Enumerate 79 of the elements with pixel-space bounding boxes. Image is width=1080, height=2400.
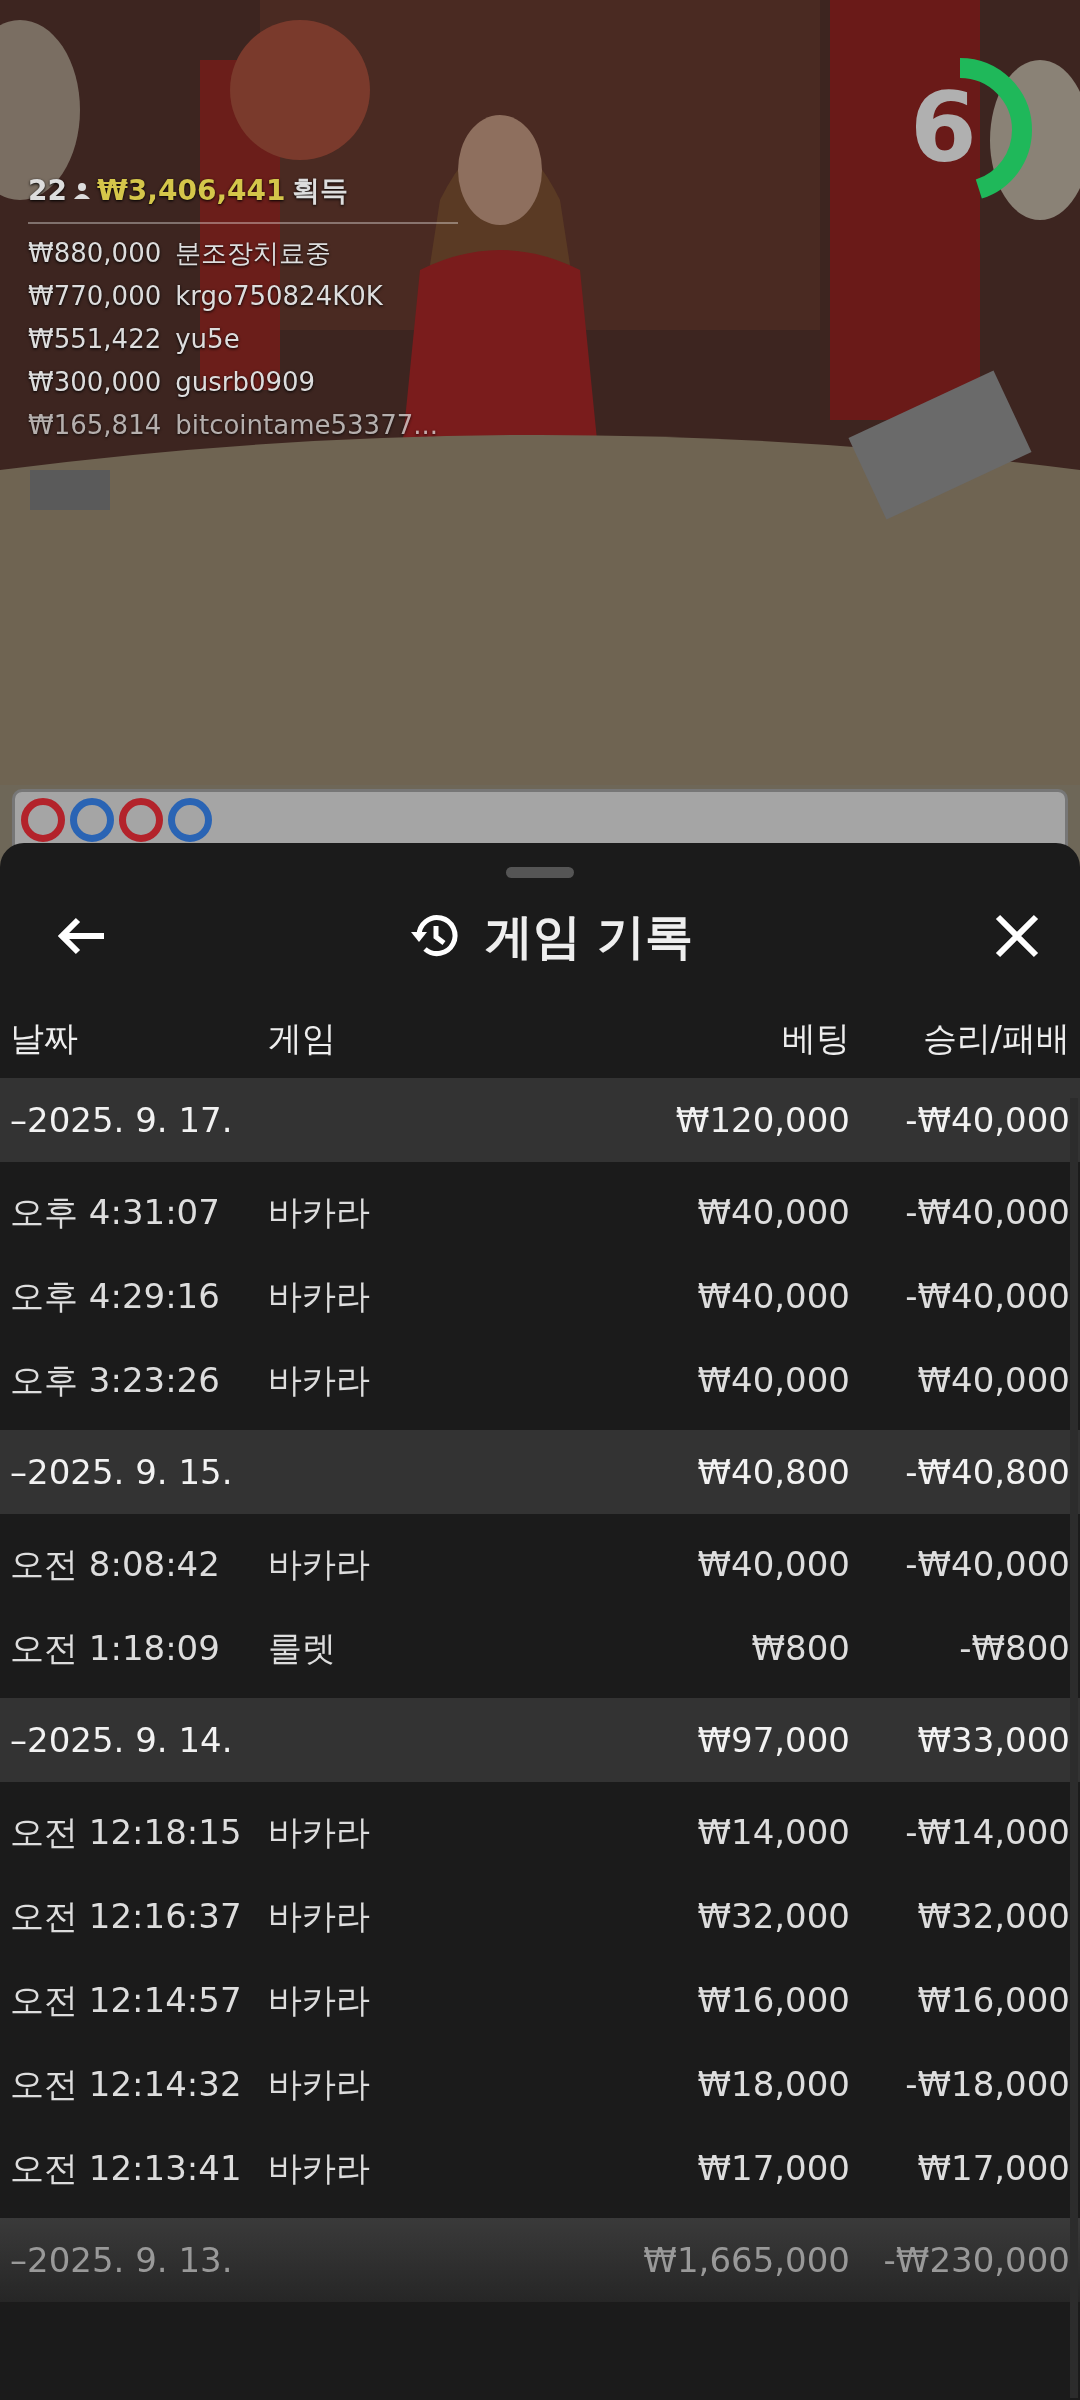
table-cell-text: 오후 4:29:16 [10,1274,221,1318]
table-cell-text: –2025. 9. 13. [10,2238,234,2282]
table-cell-text: ₩16,000 [696,1978,850,2022]
table-cell-text: ₩1,665,000 [642,2238,850,2282]
table-cell-text: 오전 12:16:37 [10,1894,243,1938]
column-header: 게임 [268,1017,337,1060]
winner-name: yu5e [175,323,240,356]
column-header: 베팅 [781,1017,850,1060]
table-cell-text: ₩97,000 [696,1718,850,1762]
table-cell-text: 바카라 [268,1542,371,1586]
table-cell-text: ₩120,000 [674,1098,850,1142]
player-count: 22 [28,173,67,209]
table-cell-text: 바카라 [268,1190,371,1234]
table-cell-text: ₩32,000 [916,1894,1070,1938]
table-cell-text: ₩16,000 [916,1978,1070,2022]
table-cell-text: -₩40,800 [904,1450,1070,1494]
date-group-row[interactable]: –2025. 9. 14. ₩97,000 ₩33,000 [0,1698,1080,1782]
table-cell-text: ₩17,000 [916,2146,1070,2190]
table-cell-text: ₩40,000 [696,1190,850,1234]
table-cell-text: ₩40,000 [696,1274,850,1318]
winner-amount: ₩880,000 [28,237,162,270]
winner-amount: ₩770,000 [28,280,162,313]
table-cell-text: ₩14,000 [696,1810,850,1854]
person-icon [72,182,91,200]
table-cell-text: –2025. 9. 15. [10,1450,234,1494]
total-winnings: ₩3,406,441 [96,173,286,209]
table-cell-text: 오후 4:31:07 [10,1190,221,1234]
table-cell-text: 오전 8:08:42 [10,1542,221,1586]
table-cell-text: 바카라 [268,1894,371,1938]
winner-amount: ₩551,422 [28,323,162,356]
table-cell-text: 바카라 [268,2062,371,2106]
winner-name: krgo750824K0K [175,280,383,313]
table-cell-text: -₩40,000 [904,1190,1070,1234]
table-cell-text: ₩18,000 [696,2062,850,2106]
table-cell-text: ₩17,000 [696,2146,850,2190]
table-cell-text: -₩800 [958,1626,1070,1670]
column-header: 날짜 [10,1017,79,1060]
table-cell-text: ₩40,000 [916,1358,1070,1402]
table-cell-text: 바카라 [268,2146,371,2190]
table-cell-text: -₩14,000 [904,1810,1070,1854]
winner-name: bitcointame53377... [175,409,438,442]
winner-amount: ₩165,814 [28,409,162,442]
table-cell-text: ₩33,000 [916,1718,1070,1762]
close-button[interactable] [994,912,1040,959]
table-cell-text: 바카라 [268,1810,371,1854]
table-cell-text: -₩40,000 [904,1274,1070,1318]
table-cell-text: 오전 12:13:41 [10,2146,243,2190]
table-cell-text: 룰렛 [268,1626,337,1670]
winnings-label: 획득 [291,173,348,209]
table-cell-text: 오전 12:14:57 [10,1978,243,2022]
sheet-title: 게임 기록 [484,906,694,966]
table-cell-text: 바카라 [268,1978,371,2022]
table-cell-text: -₩18,000 [904,2062,1070,2106]
table-cell-text: ₩40,000 [696,1358,850,1402]
date-group-row[interactable]: –2025. 9. 17. ₩120,000 -₩40,000 [0,1078,1080,1162]
date-group-row[interactable]: –2025. 9. 15. ₩40,800 -₩40,800 [0,1430,1080,1514]
table-cell-text: ₩32,000 [696,1894,850,1938]
table-cell-text: 오전 12:14:32 [10,2062,243,2106]
winner-name: 분조장치료중 [175,237,332,270]
table-cell-text: –2025. 9. 14. [10,1718,234,1762]
countdown-number: 6 [910,80,977,176]
table-cell-text: ₩40,000 [696,1542,850,1586]
drag-handle[interactable] [506,867,574,878]
table-cell-text: -₩40,000 [904,1098,1070,1142]
table-cell-text: 바카라 [268,1358,371,1402]
winner-name: gusrb0909 [175,366,316,399]
date-group-row[interactable]: –2025. 9. 13. ₩1,665,000 -₩230,000 [0,2218,1080,2302]
table-cell-text: -₩40,000 [904,1542,1070,1586]
winner-amount: ₩300,000 [28,366,162,399]
table-cell-text: 오전 12:18:15 [10,1810,243,1854]
table-cell-text: –2025. 9. 17. [10,1098,234,1142]
scrollbar[interactable] [1070,1098,1078,2398]
table-cell-text: 오후 3:23:26 [10,1358,221,1402]
table-cell-text: 바카라 [268,1274,371,1318]
table-cell-text: 오전 1:18:09 [10,1626,221,1670]
table-cell-text: -₩230,000 [882,2238,1070,2282]
table-cell-text: ₩800 [750,1626,850,1670]
table-cell-text: ₩40,800 [696,1450,850,1494]
column-header: 승리/패배 [921,1017,1070,1060]
